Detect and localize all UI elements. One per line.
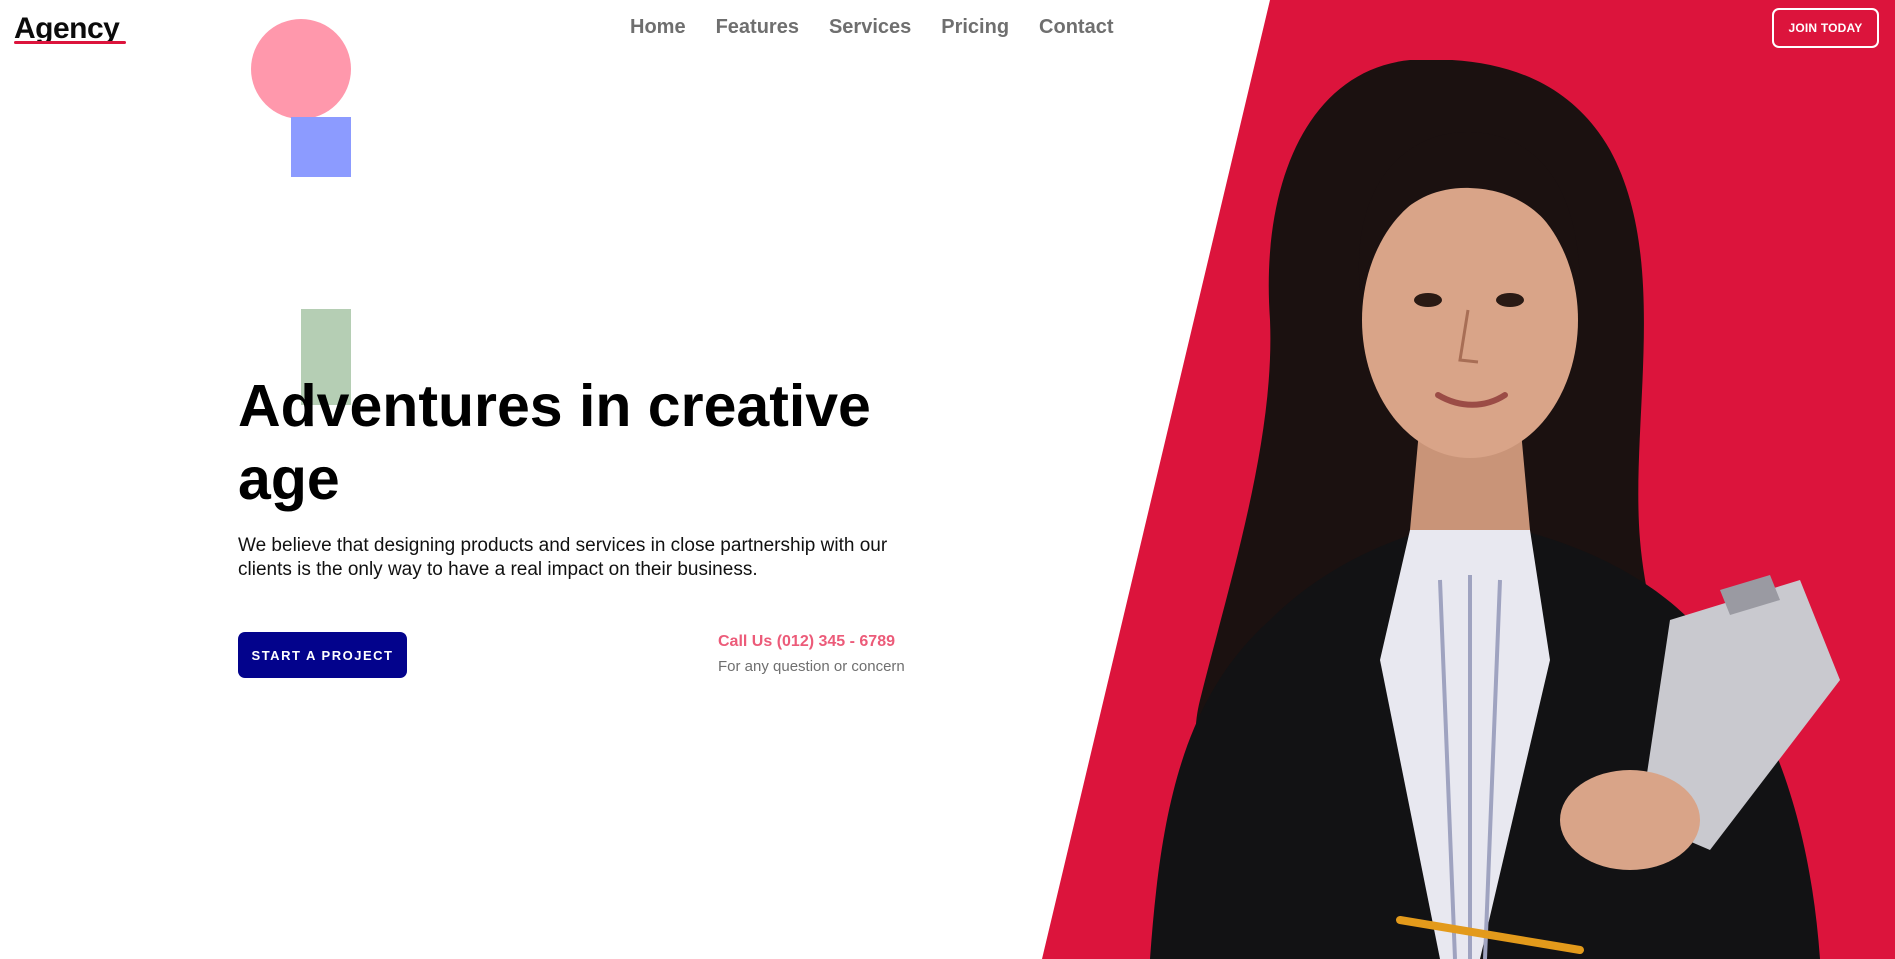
decor-pink-circle <box>251 19 351 119</box>
decor-blue-square <box>291 117 351 177</box>
call-us-phone[interactable]: Call Us (012) 345 - 6789 <box>718 633 895 651</box>
logo-underline <box>14 41 126 44</box>
hero-title: Adventures in creative age <box>238 370 958 516</box>
nav-services[interactable]: Services <box>829 16 911 39</box>
hero-description: We believe that designing products and s… <box>238 534 938 582</box>
hero-woman-image <box>1150 60 1840 959</box>
nav-contact[interactable]: Contact <box>1039 16 1113 39</box>
join-today-button[interactable]: JOIN TODAY <box>1772 8 1879 48</box>
nav-home[interactable]: Home <box>630 16 686 39</box>
hero-description-line-2: clients is the only way to have a real i… <box>238 559 758 580</box>
landing-page: Agency Home Features Services Pricing Co… <box>0 0 1895 959</box>
hero-title-line-1: Adventures in creative <box>238 373 871 439</box>
hero-title-line-2: age <box>238 446 340 512</box>
start-project-button[interactable]: START A PROJECT <box>238 632 407 678</box>
hero-description-line-1: We believe that designing products and s… <box>238 535 888 556</box>
main-nav: Home Features Services Pricing Contact <box>630 16 1114 39</box>
call-us-note: For any question or concern <box>718 658 905 675</box>
nav-pricing[interactable]: Pricing <box>941 16 1009 39</box>
nav-features[interactable]: Features <box>716 16 799 39</box>
